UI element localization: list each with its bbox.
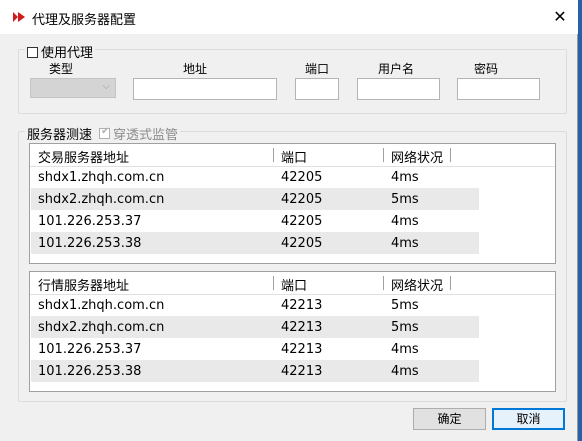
server-address: shdx1.zhqh.com.cn <box>38 170 165 185</box>
server-latency: 4ms <box>391 170 419 185</box>
proxy-address-field[interactable] <box>133 78 277 100</box>
proxy-password-field[interactable] <box>457 78 540 100</box>
proxy-server-config-dialog: 代理及服务器配置 ✕ 使用代理 类型 地址 端口 用户名 密码 ⌵ 服务器测速 … <box>0 0 578 441</box>
server-port: 42213 <box>281 342 323 357</box>
table-row[interactable]: shdx1.zhqh.com.cn 42205 4ms <box>31 166 479 188</box>
server-address: shdx1.zhqh.com.cn <box>38 298 165 313</box>
table-row[interactable]: shdx2.zhqh.com.cn 42213 5ms <box>31 316 479 338</box>
background-window-strip <box>578 0 582 441</box>
speed-test-label: 服务器测速 <box>27 128 93 143</box>
table-row[interactable]: 101.226.253.37 42213 4ms <box>31 338 479 360</box>
column-header[interactable]: 端口 <box>281 275 307 294</box>
trade-list-header: 交易服务器地址 端口 网络状况 <box>30 144 555 167</box>
close-icon: ✕ <box>553 7 567 26</box>
column-header[interactable]: 行情服务器地址 <box>38 275 129 294</box>
server-port: 42205 <box>281 170 323 185</box>
proxy-type-label: 类型 <box>49 62 74 76</box>
server-port: 42205 <box>281 236 323 251</box>
proxy-type-select[interactable]: ⌵ <box>30 78 116 98</box>
server-port: 42213 <box>281 320 323 335</box>
server-latency: 5ms <box>391 192 419 207</box>
transparent-supervision-checkbox[interactable]: ✔ <box>99 126 111 139</box>
proxy-port-field[interactable] <box>295 78 339 100</box>
table-row[interactable]: 101.226.253.38 42213 4ms <box>31 360 479 382</box>
proxy-user-label: 用户名 <box>378 62 415 76</box>
proxy-user-field[interactable] <box>357 78 440 100</box>
server-address: shdx2.zhqh.com.cn <box>38 320 165 335</box>
column-header[interactable]: 交易服务器地址 <box>38 147 129 166</box>
server-latency: 4ms <box>391 214 419 229</box>
table-row[interactable]: 101.226.253.37 42205 4ms <box>31 210 479 232</box>
column-header[interactable]: 网络状况 <box>391 275 443 294</box>
ok-button[interactable]: 确定 <box>413 408 486 430</box>
proxy-address-label: 地址 <box>183 62 208 76</box>
quote-list-header: 行情服务器地址 端口 网络状况 <box>30 272 555 295</box>
use-proxy-checkbox[interactable] <box>27 46 38 58</box>
table-row[interactable]: shdx1.zhqh.com.cn 42213 5ms <box>31 294 479 316</box>
quote-server-list[interactable]: 行情服务器地址 端口 网络状况 shdx1.zhqh.com.cn 42213 … <box>29 271 556 392</box>
server-address: shdx2.zhqh.com.cn <box>38 192 165 207</box>
chevron-down-icon: ⌵ <box>102 81 110 92</box>
column-header[interactable]: 网络状况 <box>391 147 443 166</box>
server-address: 101.226.253.38 <box>38 364 142 379</box>
server-address: 101.226.253.37 <box>38 342 142 357</box>
column-header[interactable]: 端口 <box>281 147 307 166</box>
server-latency: 4ms <box>391 342 419 357</box>
server-port: 42205 <box>281 214 323 229</box>
server-latency: 4ms <box>391 236 419 251</box>
table-row[interactable]: 101.226.253.38 42205 4ms <box>31 232 479 254</box>
server-address: 101.226.253.37 <box>38 214 142 229</box>
close-button[interactable]: ✕ <box>548 6 572 28</box>
column-divider[interactable] <box>450 276 451 290</box>
server-latency: 5ms <box>391 298 419 313</box>
server-address: 101.226.253.38 <box>38 236 142 251</box>
cancel-button[interactable]: 取消 <box>492 408 565 430</box>
server-port: 42213 <box>281 364 323 379</box>
column-divider[interactable] <box>383 276 384 290</box>
server-port: 42213 <box>281 298 323 313</box>
column-divider[interactable] <box>273 148 274 162</box>
server-port: 42205 <box>281 192 323 207</box>
column-divider[interactable] <box>450 148 451 162</box>
proxy-password-label: 密码 <box>474 62 499 76</box>
speed-test-legend: 服务器测速 ✔ 穿透式监管 <box>25 124 181 143</box>
use-proxy-toggle[interactable]: 使用代理 <box>25 42 96 61</box>
dialog-title: 代理及服务器配置 <box>32 13 137 28</box>
server-latency: 5ms <box>391 320 419 335</box>
proxy-port-label: 端口 <box>305 62 330 76</box>
column-divider[interactable] <box>273 276 274 290</box>
server-latency: 4ms <box>391 364 419 379</box>
use-proxy-label: 使用代理 <box>41 46 94 61</box>
transparent-supervision-label: 穿透式监管 <box>113 128 179 143</box>
app-logo-icon <box>13 12 25 22</box>
title-bar: 代理及服务器配置 ✕ <box>0 0 578 34</box>
check-icon: ✔ <box>101 126 110 137</box>
trade-server-list[interactable]: 交易服务器地址 端口 网络状况 shdx1.zhqh.com.cn 42205 … <box>29 143 556 264</box>
table-row[interactable]: shdx2.zhqh.com.cn 42205 5ms <box>31 188 479 210</box>
column-divider[interactable] <box>383 148 384 162</box>
